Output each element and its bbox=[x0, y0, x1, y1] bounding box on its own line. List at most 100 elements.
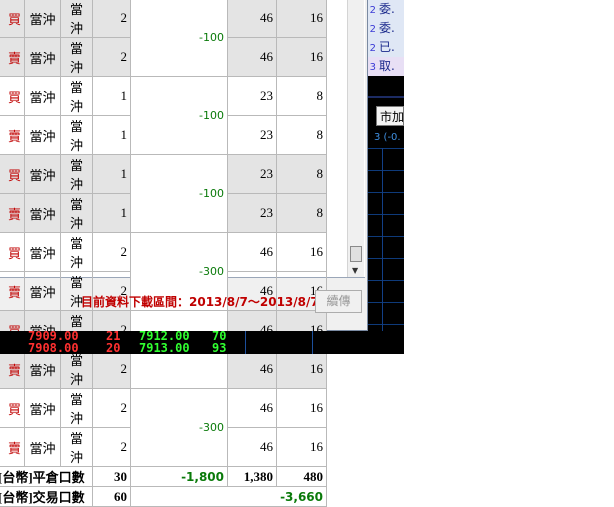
table-row[interactable]: 買當沖 當沖 2 -100 46 16 bbox=[0, 0, 327, 77]
qty-cell: 2 bbox=[92, 37, 131, 77]
quote-grid bbox=[368, 148, 404, 354]
table-row[interactable]: 買當沖 當沖 1 -100 23 8 bbox=[0, 76, 327, 155]
table-row[interactable]: 買當沖當沖2-3004616 bbox=[0, 232, 327, 311]
fee-cell: 23 bbox=[227, 154, 277, 194]
close-type-cell: 當沖 bbox=[60, 76, 93, 116]
tax-cell: 16 bbox=[276, 37, 327, 77]
trade-qty-label: [台幣]交易口數 bbox=[0, 486, 93, 507]
close-type-cell: 當沖 bbox=[60, 349, 93, 389]
download-range-text: 目前資料下載區間：2013/8/7～2013/8/7 bbox=[81, 295, 319, 309]
side-cell: 賣 bbox=[0, 115, 25, 155]
open-type-cell: 當沖 bbox=[24, 271, 61, 311]
open-type-cell: 當沖 bbox=[24, 427, 61, 467]
side-cell: 買 bbox=[0, 154, 25, 194]
close-type-cell: 當沖 bbox=[60, 37, 93, 77]
trade-summary-row: [台幣]交易口數 60 -3,660 bbox=[0, 486, 327, 507]
table-row[interactable]: 買當沖當沖2-3004616 bbox=[0, 388, 327, 467]
quote-row: 7908.00 20 7913.00 93 bbox=[28, 341, 227, 355]
change-readout: 3 (-0. bbox=[374, 132, 401, 143]
tax-cell: 16 bbox=[276, 232, 327, 272]
tax-cell: 8 bbox=[276, 115, 327, 155]
qty-cell: 2 bbox=[92, 232, 131, 272]
close-type-cell: 當沖 bbox=[60, 232, 93, 272]
fee-cell: 23 bbox=[227, 193, 277, 233]
fee-cell: 23 bbox=[227, 115, 277, 155]
tax-cell: 8 bbox=[276, 76, 327, 116]
trade-net-value: -3,660 bbox=[130, 486, 327, 507]
pnl-cell: -100 bbox=[130, 0, 228, 77]
pnl-cell: -100 bbox=[130, 76, 228, 155]
fee-cell: 46 bbox=[227, 349, 277, 389]
open-type-cell: 當沖 bbox=[24, 232, 61, 272]
close-type-cell: 當沖 bbox=[60, 427, 93, 467]
side-cell: 賣 bbox=[0, 271, 25, 311]
side-cell: 買 bbox=[0, 232, 25, 272]
open-type-cell: 當沖 bbox=[24, 388, 61, 428]
side-cell: 賣 bbox=[0, 349, 25, 389]
order-row[interactable]: 2 已. bbox=[368, 38, 404, 57]
close-type-cell: 當沖 bbox=[60, 115, 93, 155]
tax-cell: 16 bbox=[276, 388, 327, 428]
trade-history-dialog: 買當沖 當沖 2 -100 46 16 賣當沖 當沖 2 46 16 買當沖 當沖 1 -100 23 8 賣當沖… bbox=[0, 0, 368, 507]
qty-cell: 2 bbox=[92, 349, 131, 389]
open-type-cell: 當沖 bbox=[24, 76, 61, 116]
order-row[interactable]: 2 委. bbox=[368, 19, 404, 38]
qty-cell: 1 bbox=[92, 76, 131, 116]
close-summary-row: [台幣]平倉口數 30 -1,800 1,380 480 bbox=[0, 466, 327, 487]
grid-divider bbox=[382, 148, 383, 354]
scroll-down-icon[interactable]: ▼ bbox=[352, 266, 358, 275]
fee-cell: 46 bbox=[227, 388, 277, 428]
divider bbox=[312, 331, 313, 354]
qty-cell: 1 bbox=[92, 115, 131, 155]
open-type-cell: 當沖 bbox=[24, 154, 61, 194]
fee-cell: 46 bbox=[227, 0, 277, 38]
close-pnl-value: -1,800 bbox=[130, 466, 228, 487]
open-type-cell: 當沖 bbox=[24, 0, 61, 38]
vertical-scrollbar[interactable]: ▼ bbox=[347, 0, 364, 277]
pnl-cell: -100 bbox=[130, 154, 228, 233]
qty-cell: 1 bbox=[92, 154, 131, 194]
table-row[interactable]: 買當沖 當沖 1 -100 23 8 bbox=[0, 154, 327, 233]
qty-cell: 2 bbox=[92, 427, 131, 467]
price-type-select[interactable]: 市加 bbox=[376, 106, 404, 126]
tax-cell: 16 bbox=[276, 349, 327, 389]
side-cell: 買 bbox=[0, 76, 25, 116]
fee-cell: 23 bbox=[227, 76, 277, 116]
scrollbar-thumb[interactable] bbox=[350, 246, 362, 262]
open-type-cell: 當沖 bbox=[24, 115, 61, 155]
divider bbox=[245, 331, 246, 354]
close-type-cell: 當沖 bbox=[60, 193, 93, 233]
trade-qty-value: 60 bbox=[92, 486, 131, 507]
fee-cell: 46 bbox=[227, 232, 277, 272]
close-type-cell: 當沖 bbox=[60, 154, 93, 194]
fee-cell: 46 bbox=[227, 37, 277, 77]
side-cell: 買 bbox=[0, 0, 25, 38]
tax-cell: 16 bbox=[276, 0, 327, 38]
open-type-cell: 當沖 bbox=[24, 193, 61, 233]
close-qty-label: [台幣]平倉口數 bbox=[0, 466, 93, 487]
side-cell: 買 bbox=[0, 388, 25, 428]
continue-download-button[interactable]: 續傳 bbox=[315, 290, 362, 313]
tax-cell: 16 bbox=[276, 427, 327, 467]
order-row[interactable]: 3 取. bbox=[368, 57, 404, 76]
pnl-cell: -300 bbox=[130, 388, 228, 467]
order-status-pane: 2 委. 2 委. 2 已. 3 取. 市加 3 (-0. bbox=[368, 0, 404, 354]
close-qty-value: 30 bbox=[92, 466, 131, 487]
close-type-cell: 當沖 bbox=[60, 388, 93, 428]
divider bbox=[368, 96, 404, 98]
quote-strip: 7909.00 21 7912.00 70 7908.00 20 7913.00… bbox=[0, 330, 404, 355]
tax-cell: 8 bbox=[276, 193, 327, 233]
qty-cell: 2 bbox=[92, 388, 131, 428]
trade-list: 買當沖 當沖 2 -100 46 16 賣當沖 當沖 2 46 16 買當沖 當沖 1 -100 23 8 賣當沖… bbox=[0, 0, 365, 507]
close-tax-value: 480 bbox=[276, 466, 327, 487]
open-type-cell: 當沖 bbox=[24, 37, 61, 77]
close-type-cell: 當沖 bbox=[60, 0, 93, 38]
qty-cell: 1 bbox=[92, 193, 131, 233]
side-cell: 賣 bbox=[0, 37, 25, 77]
fee-cell: 46 bbox=[227, 427, 277, 467]
order-row[interactable]: 2 委. bbox=[368, 0, 404, 19]
side-cell: 賣 bbox=[0, 193, 25, 233]
close-fee-value: 1,380 bbox=[227, 466, 277, 487]
qty-cell: 2 bbox=[92, 0, 131, 38]
tax-cell: 8 bbox=[276, 154, 327, 194]
